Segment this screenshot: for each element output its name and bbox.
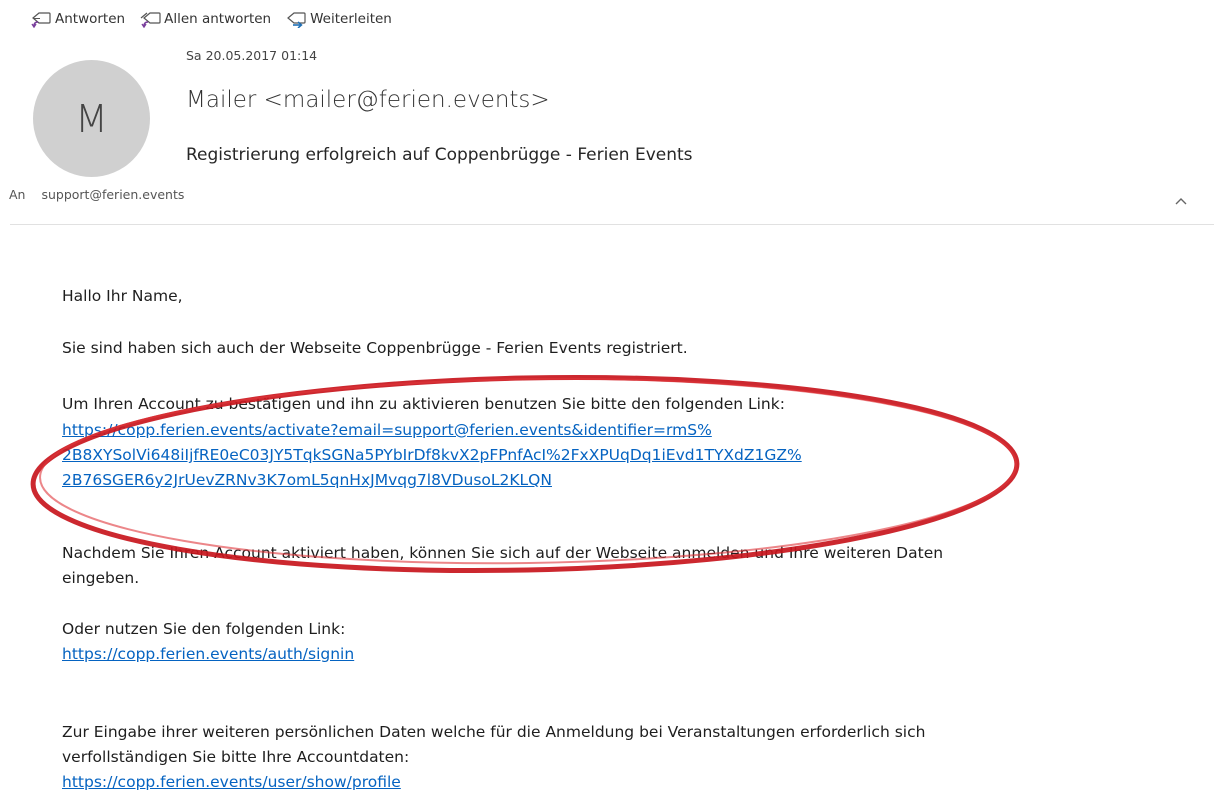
- header-divider: [10, 224, 1214, 225]
- activate-instruction: Um Ihren Account zu bestätigen und ihn z…: [62, 395, 785, 413]
- message-date: Sa 20.05.2017 01:14: [186, 48, 318, 63]
- reply-button[interactable]: Antworten: [30, 10, 125, 28]
- profile-text-line: Zur Eingabe ihrer weiteren persönlichen …: [62, 723, 926, 741]
- recipient-address[interactable]: support@ferien.events: [41, 187, 184, 202]
- activation-link-line[interactable]: https://copp.ferien.events/activate?emai…: [62, 418, 802, 443]
- after-activate-line: Nachdem Sie Ihren Account aktiviert habe…: [62, 544, 944, 562]
- sender-name[interactable]: Mailer <mailer@ferien.events>: [186, 87, 550, 113]
- forward-label: Weiterleiten: [310, 11, 392, 27]
- to-label: An: [9, 187, 26, 202]
- reply-all-label: Allen antworten: [164, 11, 272, 27]
- reply-all-button[interactable]: Allen antworten: [139, 10, 271, 28]
- after-activate-paragraph: Nachdem Sie Ihren Account aktiviert habe…: [62, 541, 943, 591]
- alt-link-text: Oder nutzen Sie den folgenden Link:: [62, 620, 346, 638]
- profile-paragraph: Zur Eingabe ihrer weiteren persönlichen …: [62, 720, 925, 795]
- reply-icon: [31, 12, 51, 28]
- reply-all-icon: [140, 12, 161, 28]
- activation-link-line[interactable]: 2B8XYSolVi648iIjfRE0eC03JY5TqkSGNa5PYbIr…: [62, 443, 802, 468]
- signin-link[interactable]: https://copp.ferien.events/auth/signin: [62, 642, 354, 667]
- intro-paragraph: Sie sind haben sich auch der Webseite Co…: [62, 339, 688, 357]
- sender-avatar: M: [33, 60, 150, 177]
- message-subject: Registrierung erfolgreich auf Coppenbrüg…: [186, 145, 693, 165]
- after-activate-line: eingeben.: [62, 569, 140, 587]
- profile-link[interactable]: https://copp.ferien.events/user/show/pro…: [62, 770, 925, 795]
- forward-icon: [287, 12, 306, 28]
- reply-label: Antworten: [55, 11, 126, 27]
- email-reading-pane: Antworten Allen antworten Weiterleiten M…: [0, 0, 1214, 807]
- forward-button[interactable]: Weiterleiten: [285, 10, 392, 28]
- recipient-row: An support@ferien.events: [9, 187, 184, 202]
- activation-link-line[interactable]: 2B76SGER6y2JrUevZRNv3K7omL5qnHxJMvqg7l8V…: [62, 468, 802, 493]
- profile-text-line: verfollständigen Sie bitte Ihre Accountd…: [62, 748, 410, 766]
- message-toolbar: Antworten Allen antworten Weiterleiten: [30, 10, 406, 28]
- greeting: Hallo Ihr Name,: [62, 287, 183, 305]
- activation-link[interactable]: https://copp.ferien.events/activate?emai…: [62, 418, 802, 493]
- collapse-header-icon[interactable]: [1172, 192, 1190, 210]
- alt-link-paragraph: Oder nutzen Sie den folgenden Link: http…: [62, 617, 354, 667]
- avatar-initial: M: [75, 96, 108, 141]
